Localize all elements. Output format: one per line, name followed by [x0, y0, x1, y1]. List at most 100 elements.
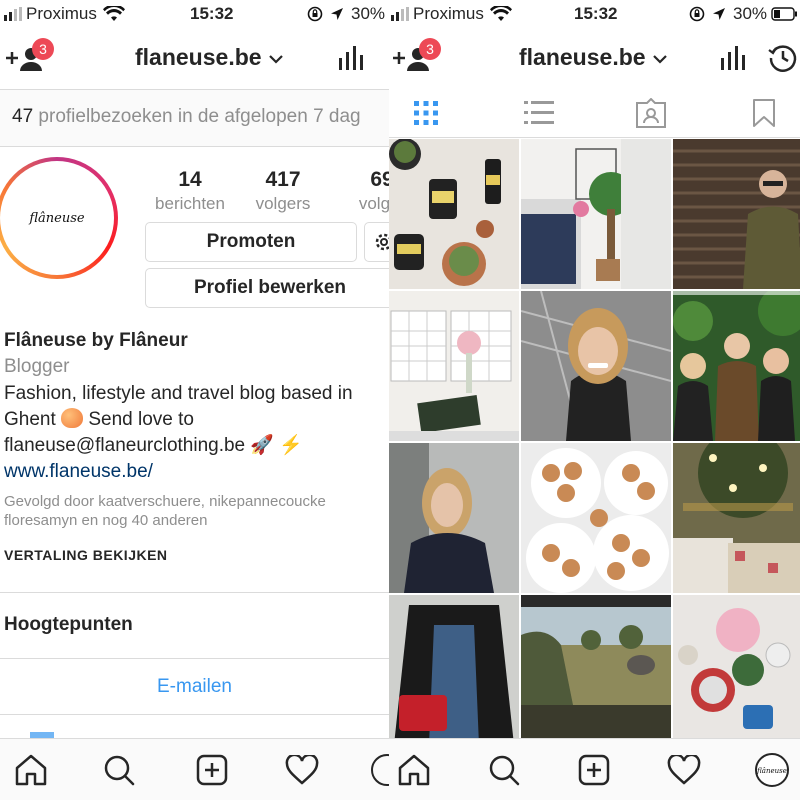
heart-icon — [667, 755, 701, 785]
home-tab[interactable] — [395, 751, 433, 789]
wifi-icon — [489, 6, 512, 21]
following-count: 69 — [370, 168, 389, 191]
battery-percent: 30% — [351, 4, 386, 23]
peach-emoji-icon — [61, 408, 84, 428]
notification-badge: 3 — [419, 38, 441, 60]
profile-grid-panel: Proximus 15:32 30% 3 flaneuse.be flâneus… — [389, 0, 800, 800]
avatar-logo-text: flâneuse — [29, 210, 85, 226]
battery-percent: 30% — [733, 4, 768, 23]
profile-avatar-icon — [371, 754, 389, 786]
username-switcher[interactable]: flaneuse.be — [519, 44, 668, 71]
profile-bio: Fashion, lifestyle and travel blog based… — [4, 381, 389, 459]
bio-line-1: Fashion, lifestyle and travel blog based… — [4, 383, 353, 404]
followed-by[interactable]: Gevolgd door kaatverschuere, nikepanneco… — [4, 492, 389, 530]
posts-label: berichten — [155, 194, 225, 213]
profile-visits-banner[interactable]: 47 profielbezoeken in de afgelopen 7 dag — [0, 90, 389, 146]
posts-count: 14 — [178, 168, 202, 191]
new-post-tab[interactable] — [193, 751, 231, 789]
profile-name: Flâneuse by Flâneur — [4, 330, 188, 351]
visits-count: 47 — [12, 106, 34, 127]
visits-text: profielbezoeken in de afgelopen 7 dag — [38, 106, 361, 127]
status-bar-right: Proximus 15:32 30% — [389, 0, 800, 28]
followers-stat[interactable]: 417 volgers — [244, 168, 322, 214]
clock: 15:32 — [574, 4, 618, 23]
edit-profile-button[interactable]: Profiel bewerken — [145, 268, 389, 308]
website-link[interactable]: www.flaneuse.be/ — [4, 461, 389, 483]
followers-label: volgers — [255, 194, 311, 213]
see-translation-link[interactable]: VERTALING BEKIJKEN — [4, 547, 389, 563]
promote-button[interactable]: Promoten — [145, 222, 357, 262]
insights-icon[interactable] — [720, 46, 746, 70]
profile-header-right: 3 flaneuse.be — [389, 30, 800, 88]
gear-icon — [375, 233, 389, 251]
post-three-friends-outdoors[interactable] — [673, 291, 800, 441]
location-icon — [713, 8, 725, 20]
email-button[interactable]: E-mailen — [0, 676, 389, 698]
search-tab[interactable] — [485, 751, 523, 789]
notification-badge: 3 — [32, 38, 54, 60]
post-bedroom-interior[interactable] — [521, 139, 671, 289]
username-title: flaneuse.be — [519, 44, 646, 70]
post-gingerbread-cookies[interactable] — [521, 443, 671, 593]
tagged-icon — [636, 98, 666, 128]
insights-icon[interactable] — [338, 46, 364, 70]
svg-text:flâneuse: flâneuse — [756, 767, 787, 775]
activity-tab[interactable] — [283, 751, 321, 789]
chevron-down-icon — [653, 55, 667, 64]
bottom-tab-bar — [0, 738, 389, 800]
discover-people-button[interactable]: 3 — [4, 38, 54, 77]
followed-line-2: floresamyn en nog 40 anderen — [4, 512, 208, 529]
post-leather-jacket-outfit[interactable] — [389, 595, 519, 745]
bookmark-icon — [753, 99, 775, 127]
carrier-name: Proximus — [413, 4, 484, 23]
new-post-tab[interactable] — [575, 751, 613, 789]
search-icon — [489, 755, 520, 786]
list-view-tab[interactable] — [522, 96, 556, 130]
add-post-icon — [196, 754, 228, 786]
bio-line-2a: Ghent — [4, 409, 56, 430]
followers-count: 417 — [265, 168, 301, 191]
following-stat[interactable]: 69 volger — [342, 168, 389, 214]
profile-view-tabs — [389, 88, 800, 138]
search-tab[interactable] — [100, 751, 138, 789]
bottom-tab-bar-right: flâneuse — [389, 738, 800, 800]
posts-stat[interactable]: 14 berichten — [150, 168, 230, 214]
rotation-lock-icon — [689, 6, 705, 22]
home-tab[interactable] — [12, 751, 50, 789]
bio-line-2b: Send love to — [88, 409, 194, 430]
carrier-name: Proximus — [26, 4, 97, 23]
grid-view-tab[interactable] — [409, 96, 443, 130]
home-icon — [15, 754, 47, 786]
post-woman-in-sweater[interactable] — [389, 443, 519, 593]
chevron-down-icon — [269, 55, 283, 64]
search-icon — [104, 755, 135, 786]
list-icon — [524, 101, 554, 124]
grid-icon — [414, 101, 438, 125]
add-post-icon — [578, 754, 610, 786]
post-grid — [389, 139, 800, 745]
post-skincare-products[interactable] — [673, 595, 800, 745]
profile-tab[interactable] — [368, 751, 389, 789]
tagged-tab[interactable] — [634, 96, 668, 130]
bio-line-3: flaneuse@flaneurclothing.be 🚀 ⚡ — [4, 435, 303, 456]
clock: 15:32 — [190, 4, 234, 23]
status-bar: Proximus 15:32 30% — [0, 0, 389, 28]
settings-button[interactable] — [364, 222, 389, 262]
post-desk-with-calendar[interactable] — [389, 291, 519, 441]
saved-tab[interactable] — [747, 96, 781, 130]
activity-tab[interactable] — [665, 751, 703, 789]
archive-clock-icon[interactable] — [767, 42, 799, 74]
profile-header: 3 flaneuse.be — [0, 30, 389, 88]
post-man-with-sunglasses[interactable] — [673, 139, 800, 289]
profile-panel: Proximus 15:32 30% 3 flaneuse.be 47 prof… — [0, 0, 389, 800]
post-smiling-woman[interactable] — [521, 291, 671, 441]
post-jars-and-cacti[interactable] — [389, 139, 519, 289]
profile-avatar-icon: flâneuse — [755, 753, 789, 787]
post-christmas-gifts[interactable] — [673, 443, 800, 593]
profile-tab[interactable]: flâneuse — [753, 751, 791, 789]
highlights-heading[interactable]: Hoogtepunten — [4, 614, 133, 636]
post-safari-jeep[interactable] — [521, 595, 671, 745]
avatar[interactable]: flâneuse — [0, 157, 118, 279]
discover-people-button[interactable]: 3 — [391, 38, 441, 77]
username-switcher[interactable]: flaneuse.be — [135, 44, 284, 71]
